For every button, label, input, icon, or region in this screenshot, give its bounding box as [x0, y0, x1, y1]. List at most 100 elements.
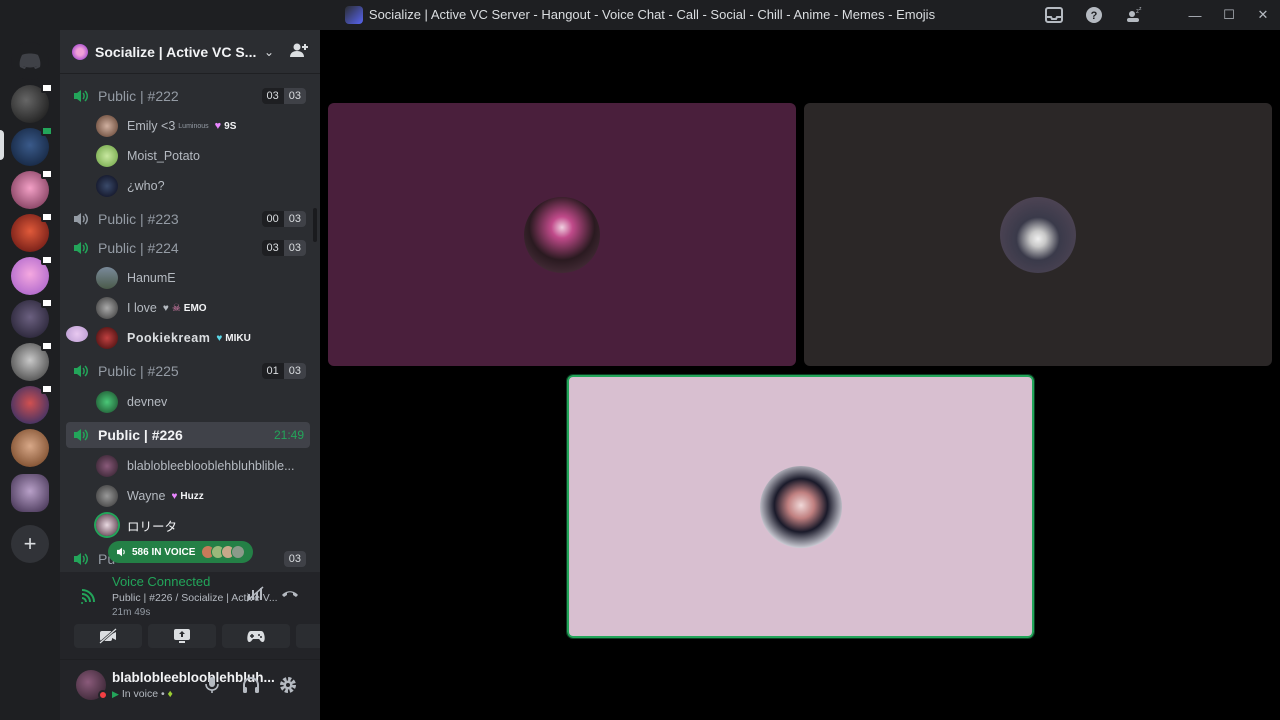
- avatar: [96, 455, 118, 477]
- voice-member-speaking[interactable]: ロリータ: [96, 511, 177, 539]
- participant-tile-speaking[interactable]: [566, 374, 1035, 639]
- close-button[interactable]: ✕: [1246, 0, 1280, 30]
- server-icon[interactable]: [11, 341, 53, 381]
- heart-icon: ♥: [162, 302, 169, 314]
- server-icon[interactable]: [11, 212, 53, 252]
- screen-share-button[interactable]: [148, 624, 216, 648]
- avatar: [96, 514, 118, 536]
- voice-badge-icon: [41, 126, 53, 136]
- member-name: ¿who?: [127, 179, 165, 193]
- member-name: devnev: [127, 395, 168, 409]
- speaker-icon: [72, 210, 90, 228]
- voice-status[interactable]: Voice Connected: [112, 574, 210, 589]
- camera-off-icon: [99, 628, 117, 644]
- server-name: Socialize | Active VC S...: [95, 43, 257, 60]
- unread-badge-icon: [41, 298, 53, 308]
- voice-channel-223[interactable]: Public | #223 00 03: [66, 206, 310, 232]
- headphones-icon[interactable]: [242, 676, 260, 699]
- server-icon[interactable]: [11, 298, 53, 338]
- member-name: Emily <3: [127, 119, 176, 133]
- member-tag: EMO: [183, 302, 207, 314]
- server-icon: [72, 43, 88, 60]
- in-voice-pill[interactable]: 586 IN VOICE: [108, 541, 254, 563]
- unread-badge-icon: [41, 341, 53, 351]
- bunny-icon: ♥: [171, 490, 178, 502]
- member-name: HanumE: [127, 271, 176, 285]
- svg-text:?: ?: [1091, 10, 1098, 22]
- avatar: [96, 115, 118, 137]
- participant-avatar: [1000, 196, 1076, 273]
- sleep-icon[interactable]: zz: [1114, 0, 1154, 30]
- member-tag: MIKU: [225, 332, 251, 344]
- invite-people-icon[interactable]: [290, 42, 308, 62]
- avatar: [231, 545, 246, 559]
- skull-icon: ☠: [171, 302, 181, 314]
- server-icon-socialize[interactable]: [11, 126, 53, 166]
- scrollbar-thumb[interactable]: [313, 208, 317, 242]
- user-limit: 03: [283, 211, 306, 227]
- user-panel: blablobleeblooblehbluh... ▶ In voice • ♦: [60, 660, 320, 720]
- voice-elapsed: 21m 49s: [112, 607, 151, 618]
- voice-connected-panel: Voice Connected Public | #226 / Socializ…: [60, 572, 364, 660]
- in-voice-count: 586 IN VOICE: [132, 546, 196, 558]
- participant-tile[interactable]: [804, 103, 1272, 366]
- voice-member[interactable]: Moist_Potato: [96, 142, 200, 170]
- member-subtitle: Luminous: [178, 122, 209, 130]
- disconnect-icon[interactable]: [280, 586, 300, 604]
- chevron-down-icon[interactable]: ⌄: [264, 45, 274, 59]
- camera-off-button[interactable]: [74, 624, 142, 648]
- maximize-button[interactable]: ☐: [1212, 0, 1246, 30]
- noise-suppression-icon[interactable]: [246, 586, 264, 606]
- channel-name: Public | #222: [98, 88, 179, 104]
- server-folder-icon[interactable]: [11, 474, 49, 512]
- speaker-icon: [72, 550, 90, 568]
- voice-channel-222[interactable]: Public | #222 03 03: [66, 83, 310, 109]
- heart-icon: ♥: [216, 332, 223, 344]
- voice-member[interactable]: Emily <3 Luminous ♥ 9S: [96, 112, 236, 140]
- voice-member[interactable]: devnev: [96, 388, 167, 416]
- channel-name: Public | #225: [98, 363, 179, 379]
- activity-button[interactable]: [222, 624, 290, 648]
- voice-member[interactable]: blablobleeblooblehbluhblible...: [96, 452, 295, 480]
- unread-badge-icon: [41, 255, 53, 265]
- voice-member[interactable]: HanumE: [96, 264, 176, 292]
- voice-channel-226[interactable]: Public | #226 21:49: [66, 422, 310, 448]
- server-icon[interactable]: [11, 429, 49, 467]
- server-icon[interactable]: [11, 255, 53, 295]
- voice-member[interactable]: Wayne ♥ Huzz: [96, 482, 204, 510]
- member-name: blablobleeblooblehbluhblible...: [127, 459, 295, 473]
- speaker-icon: ▶: [112, 689, 119, 699]
- direct-messages-icon[interactable]: [11, 42, 49, 80]
- gear-icon[interactable]: [279, 676, 297, 699]
- server-header[interactable]: Socialize | Active VC S... ⌄: [60, 30, 320, 74]
- user-count: 01: [261, 363, 284, 379]
- user-limit: 03: [283, 240, 306, 256]
- voice-channel-225[interactable]: Public | #225 01 03: [66, 358, 310, 384]
- drag-avatar-icon[interactable]: [66, 326, 88, 342]
- member-name: Pookiekream: [127, 331, 211, 345]
- unread-badge-icon: [41, 384, 53, 394]
- voice-member[interactable]: I love ♥ ☠ EMO: [96, 294, 207, 322]
- voice-member[interactable]: ¿who?: [96, 172, 165, 200]
- screen-share-icon: [174, 629, 190, 643]
- avatar: [96, 327, 118, 349]
- unread-badge-icon: [41, 83, 53, 93]
- minimize-button[interactable]: —: [1178, 0, 1212, 30]
- member-name: I love: [127, 301, 157, 315]
- microphone-icon[interactable]: [205, 676, 219, 699]
- voice-channel-224[interactable]: Public | #224 03 03: [66, 235, 310, 261]
- server-icon[interactable]: [11, 83, 53, 123]
- window-title: Socialize | Active VC Server - Hangout -…: [368, 7, 936, 22]
- signal-icon[interactable]: [80, 588, 98, 609]
- voice-stage: [320, 30, 1280, 720]
- member-tag: Huzz: [180, 490, 204, 502]
- inbox-icon[interactable]: [1034, 0, 1074, 30]
- server-icon[interactable]: [11, 384, 53, 424]
- participant-avatar: [759, 465, 842, 548]
- help-icon[interactable]: ?: [1074, 0, 1114, 30]
- user-count: 03: [261, 240, 284, 256]
- participant-tile[interactable]: [328, 103, 796, 366]
- voice-member[interactable]: Pookiekream ♥ MIKU: [96, 324, 251, 352]
- server-icon[interactable]: [11, 169, 53, 209]
- add-server-button[interactable]: +: [11, 525, 49, 563]
